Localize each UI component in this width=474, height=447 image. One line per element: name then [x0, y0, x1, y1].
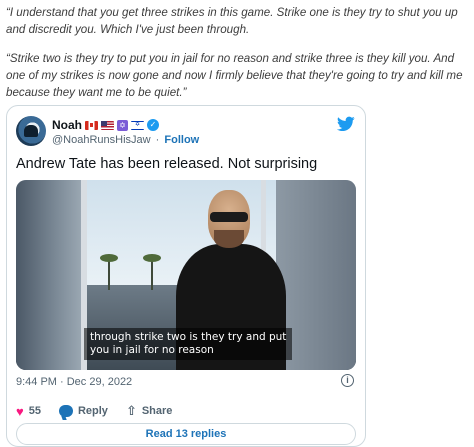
author-handle[interactable]: @NoahRunsHisJaw: [52, 134, 151, 146]
video-caption: through strike two is they try and put y…: [84, 328, 293, 360]
avatar[interactable]: [16, 116, 46, 146]
share-icon: ⇧: [125, 403, 137, 418]
author-name[interactable]: Noah: [52, 118, 82, 132]
author-row[interactable]: Noah ✡ ✡ ✓: [52, 118, 159, 132]
reply-button[interactable]: Reply: [58, 405, 108, 417]
heart-icon: ♥: [16, 403, 24, 419]
us-flag-icon: [101, 120, 114, 130]
like-count: 55: [28, 405, 41, 417]
separator-dot: ·: [155, 134, 160, 146]
article-quote-2: “Strike two is they try to put you in ja…: [6, 52, 463, 99]
tweet-text: Andrew Tate has been released. Not surpr…: [16, 156, 318, 172]
video-player[interactable]: through strike two is they try and put y…: [16, 180, 356, 370]
israel-flag-icon: ✡: [131, 120, 144, 130]
article-quote-1: “I understand that you get three strikes…: [6, 6, 458, 36]
reply-label: Reply: [77, 405, 108, 417]
embedded-tweet: Noah ✡ ✡ ✓ @NoahRunsHisJaw · Follow Andr…: [6, 105, 366, 447]
like-button[interactable]: ♥ 55: [16, 404, 41, 419]
share-button[interactable]: ⇧ Share: [126, 403, 172, 419]
handle-row: @NoahRunsHisJaw · Follow: [52, 134, 199, 146]
star-of-david-icon: ✡: [117, 119, 128, 131]
tweet-actions: ♥ 55 Reply ⇧ Share: [16, 403, 180, 419]
tweet-timestamp[interactable]: 9:44 PM · Dec 29, 2022: [16, 376, 132, 388]
twitter-logo-icon[interactable]: [337, 116, 355, 132]
verified-badge-icon: ✓: [147, 119, 159, 131]
read-replies-button[interactable]: Read 13 replies: [16, 423, 356, 445]
share-label: Share: [141, 405, 173, 417]
canada-flag-icon: [85, 120, 98, 130]
follow-button[interactable]: Follow: [164, 134, 199, 146]
reply-icon: [58, 405, 73, 417]
info-icon[interactable]: i: [341, 374, 354, 387]
